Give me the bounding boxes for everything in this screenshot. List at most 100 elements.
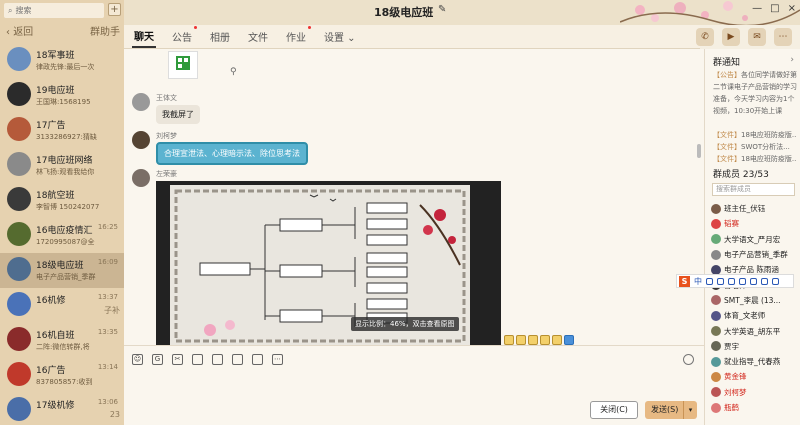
qr-code-image[interactable]	[168, 51, 198, 79]
tab-label: 相册	[210, 33, 230, 44]
send-button[interactable]: 发送(S) ▾	[645, 401, 697, 419]
mic-icon[interactable]	[728, 277, 735, 285]
back-link[interactable]: ‹ 返回	[6, 23, 33, 38]
edit-icon[interactable]	[528, 335, 538, 345]
chat-list-item[interactable]: 16电应疫情汇 16:25 1720995087@全	[0, 218, 124, 253]
like-icon[interactable]	[540, 335, 550, 345]
message-bubble[interactable]: 我截屏了	[156, 105, 200, 124]
close-button[interactable]: 关闭(C)	[590, 401, 638, 419]
chat-badge: 23	[109, 410, 120, 419]
grid-icon[interactable]	[772, 277, 779, 285]
pencil-icon[interactable]: ✎	[438, 4, 446, 15]
tab[interactable]: 设置 ⌄	[322, 26, 358, 47]
avatar[interactable]	[132, 131, 150, 149]
message-bubble[interactable]: 合理宣泄法、心理暗示法、除位思考法	[156, 142, 308, 165]
gif-icon[interactable]: G	[152, 354, 163, 365]
tab[interactable]: 聊天	[132, 25, 156, 48]
chat-list-item[interactable]: 17级机修 13:06 23	[0, 393, 124, 425]
chat-list-item[interactable]: 17电应班网络 林飞扬:观看我给你	[0, 148, 124, 183]
sogou-icon[interactable]: S	[679, 275, 690, 287]
message-icon[interactable]: ✉	[748, 28, 766, 46]
more-icon[interactable]: ⋯	[774, 28, 792, 46]
emoji-icon[interactable]	[717, 277, 724, 285]
screenshot-icon[interactable]	[212, 354, 223, 365]
search-box[interactable]: ⌕	[4, 3, 104, 18]
folder-icon[interactable]	[192, 354, 203, 365]
magnifier-icon[interactable]: ⚲	[230, 67, 237, 77]
ime-toolbar: S 中	[676, 274, 794, 288]
chat-list-item[interactable]: 16广告 13:14 837805857:收到	[0, 358, 124, 393]
tab[interactable]: 相册	[208, 26, 232, 47]
more-icon[interactable]: ⋯	[272, 354, 283, 365]
notice-item[interactable]: 【公告】各位同学请做好第二节课电子产品营销的学习准备，今天学习内容为1个视频，1…	[713, 69, 797, 129]
chat-list-item[interactable]: 16机自班 13:35 二阵:微信转群,将	[0, 323, 124, 358]
chat-name: 16广告	[36, 366, 66, 376]
member-item[interactable]: 体育_文老师	[711, 308, 800, 323]
image-icon[interactable]	[232, 354, 243, 365]
avatar	[711, 249, 721, 260]
member-item[interactable]: 就业指导_代春燕	[711, 354, 800, 369]
avatar	[711, 371, 721, 382]
member-item[interactable]: 贾宇	[711, 339, 800, 354]
video-icon[interactable]: ▶	[722, 28, 740, 46]
tab-label: 聊天	[134, 32, 154, 43]
member-item[interactable]: SMT_李晨 (13...	[711, 293, 800, 308]
avatar	[7, 327, 31, 351]
zoom-tooltip: 显示比例：46%，双击查看原图	[351, 317, 459, 331]
member-name: 就业指导_代春燕	[724, 357, 781, 367]
chat-list-item[interactable]: 18军事班 律政先锋:最后一次	[0, 43, 124, 78]
chat-list-item[interactable]: 18级电应班 16:09 电子产品营销_季群	[0, 253, 124, 288]
skin-icon[interactable]	[750, 277, 757, 285]
window-header: 18级电应班 ✎ — □ ×	[124, 0, 800, 25]
bookmark-icon[interactable]	[564, 335, 574, 345]
bell-icon[interactable]	[252, 354, 263, 365]
avatar[interactable]	[132, 93, 150, 111]
member-item[interactable]: 刘柯梦	[711, 385, 800, 400]
punctuation-icon[interactable]	[706, 277, 713, 285]
member-name: 大学英语_胡东平	[724, 326, 781, 336]
maximize-button[interactable]: □	[770, 3, 779, 14]
keyboard-icon[interactable]	[739, 277, 746, 285]
scissors-icon[interactable]: ✂	[172, 354, 183, 365]
chevron-down-icon[interactable]: ▾	[683, 401, 697, 419]
member-item[interactable]: 电子产品营销_季群	[711, 247, 800, 262]
chat-list-item[interactable]: 16机修 13:37 子补	[0, 288, 124, 323]
member-item[interactable]: 班主任_伏钰	[711, 201, 800, 216]
tab[interactable]: 公告	[170, 26, 197, 47]
chat-list-item[interactable]: 19电应班 王国琳:1568195	[0, 78, 124, 113]
ime-mode[interactable]: 中	[694, 276, 702, 287]
emoji-icon[interactable]	[504, 335, 514, 345]
add-button[interactable]: +	[108, 3, 121, 16]
member-item[interactable]: 瓶鹤	[711, 400, 800, 415]
member-item[interactable]: 韬赛	[711, 216, 800, 231]
avatar[interactable]	[132, 169, 150, 187]
tab-label: 设置 ⌄	[324, 33, 356, 44]
save-icon[interactable]	[516, 335, 526, 345]
toolbox-icon[interactable]	[761, 277, 768, 285]
tab[interactable]: 文件	[246, 26, 270, 47]
scrollbar[interactable]	[697, 144, 701, 158]
emoji-icon[interactable]: ☺	[132, 354, 143, 365]
history-icon[interactable]	[683, 354, 694, 365]
member-item[interactable]: 大学语文_严月宏	[711, 232, 800, 247]
unread-dot	[308, 26, 311, 29]
notice-item[interactable]: 【文件】18电应班防疫版...	[713, 153, 797, 165]
notice-item[interactable]: 【文件】SWOT分析法...	[713, 141, 797, 153]
tab[interactable]: 作业	[284, 26, 311, 47]
chat-list-item[interactable]: 18航空班 李智博 150242077	[0, 183, 124, 218]
minimize-button[interactable]: —	[752, 3, 762, 14]
member-item[interactable]: 黄金锋	[711, 369, 800, 384]
avatar	[711, 203, 721, 214]
member-item[interactable]: 大学英语_胡东平	[711, 323, 800, 338]
chat-list-item[interactable]: 17广告 3133286927:猜缺	[0, 113, 124, 148]
member-search-input[interactable]: 搜索群成员	[712, 183, 795, 196]
chevron-right-icon[interactable]: ›	[790, 55, 794, 65]
phone-icon[interactable]: ✆	[696, 28, 714, 46]
share-icon[interactable]	[552, 335, 562, 345]
notice-item[interactable]: 【文件】18电应班防疫版...	[713, 129, 797, 141]
input-area[interactable]: ☺ G ✂ ⋯ 关闭(C) 发送(S) ▾	[124, 345, 704, 425]
chat-name: 18军事班	[36, 51, 75, 61]
group-assistant-link[interactable]: 群助手	[90, 23, 120, 38]
search-input[interactable]	[15, 6, 96, 15]
close-window-button[interactable]: ×	[788, 3, 796, 14]
